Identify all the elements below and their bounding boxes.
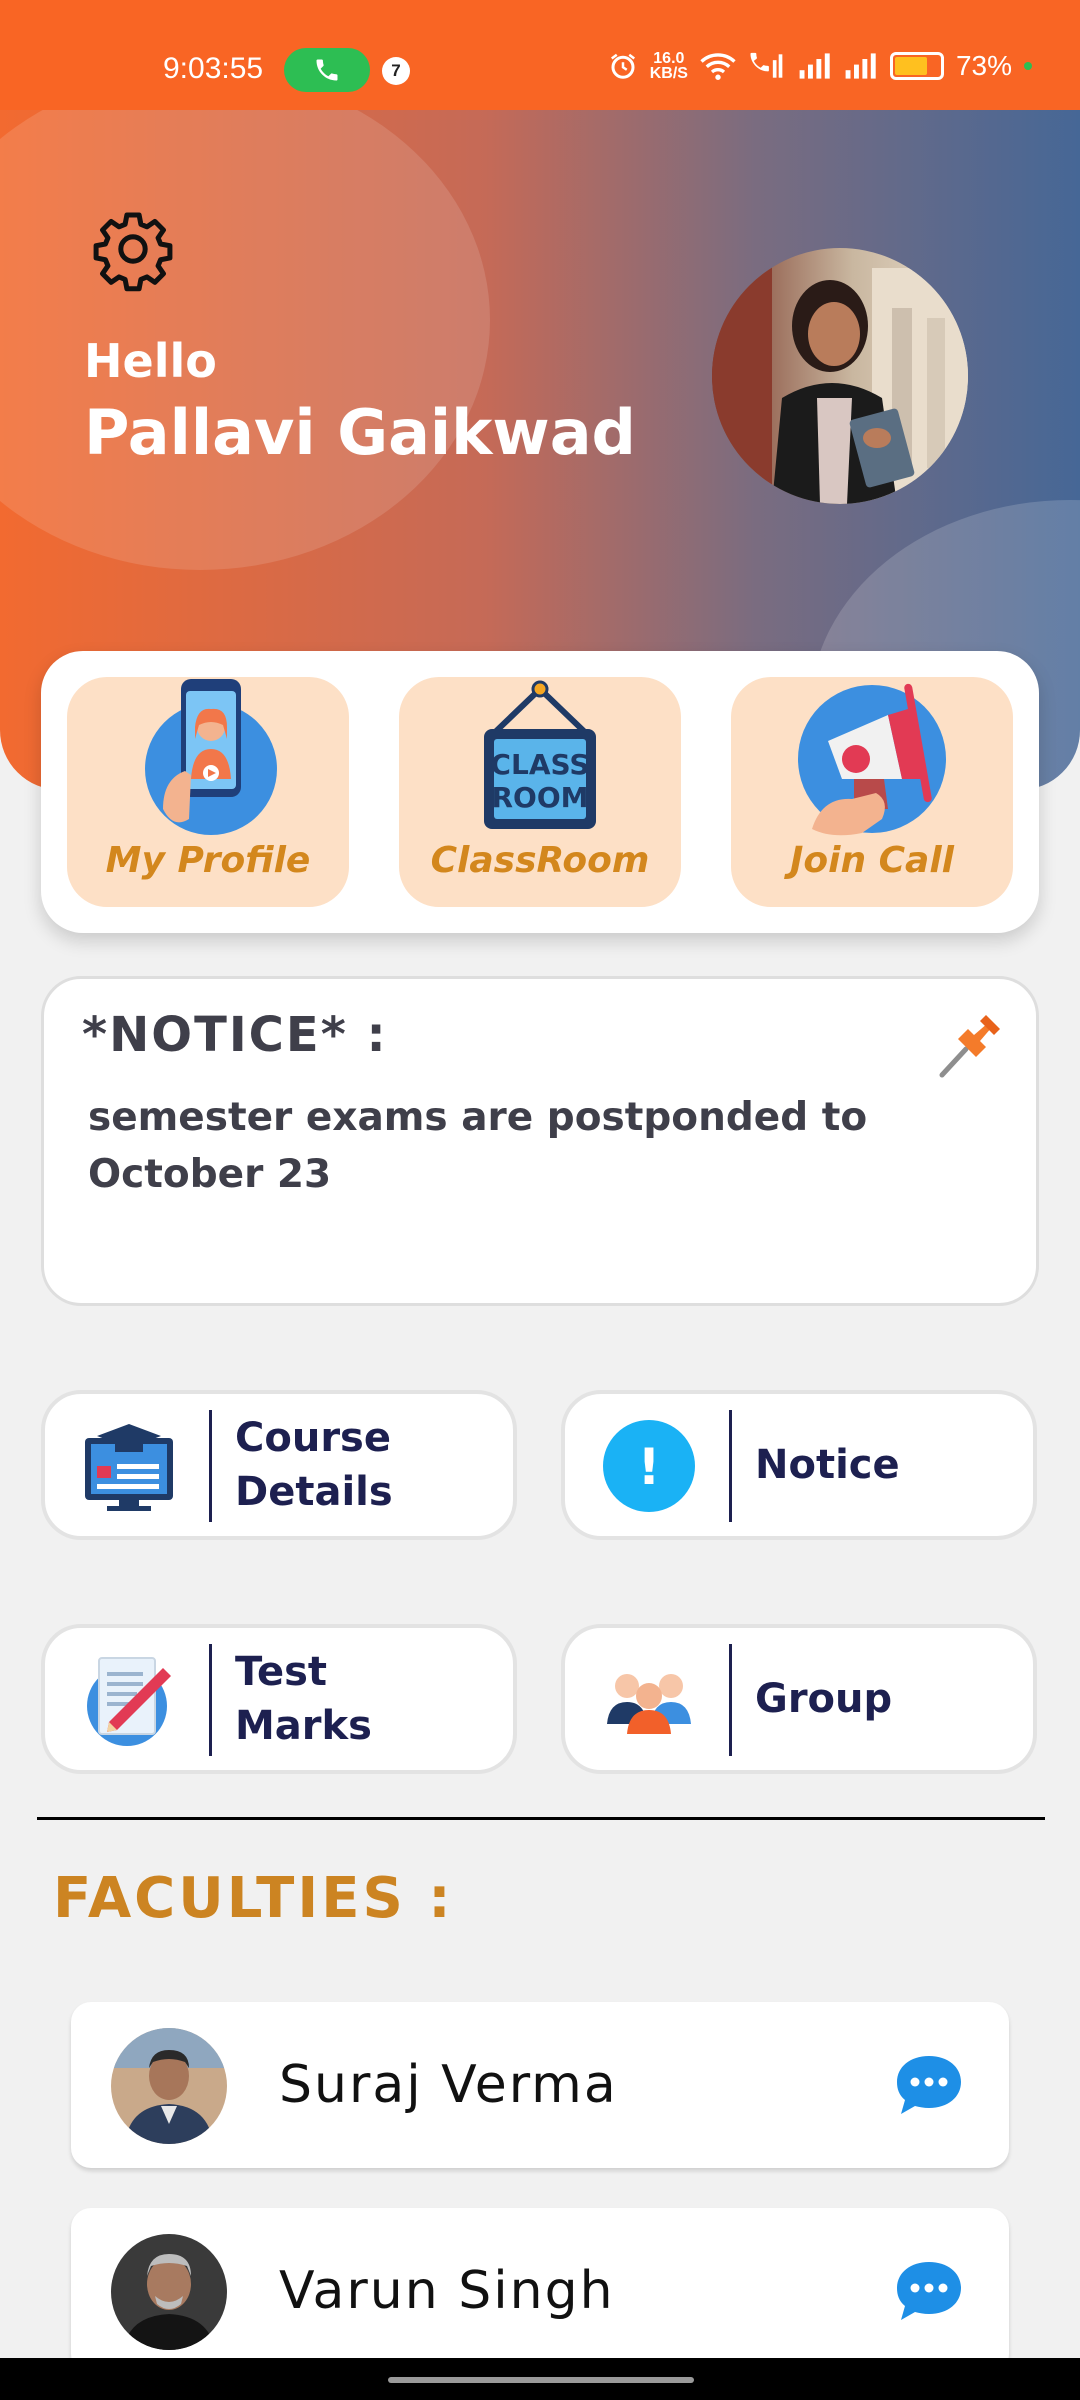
alarm-icon bbox=[610, 53, 635, 79]
course-details-button[interactable]: Course Details bbox=[41, 1390, 517, 1540]
network-speed-unit: KB/S bbox=[649, 65, 688, 82]
notice-card[interactable]: *NOTICE* : semester exams are postponded… bbox=[41, 976, 1039, 1306]
faculty-photo bbox=[111, 2028, 227, 2144]
notice-title: *NOTICE* : bbox=[82, 1007, 388, 1063]
my-profile-button[interactable]: My Profile bbox=[67, 677, 349, 907]
battery-percent: 73% bbox=[955, 50, 1012, 81]
battery-fill bbox=[894, 57, 928, 75]
status-time: 9:03:55 bbox=[163, 52, 264, 85]
faculties-heading: FACULTIES : bbox=[53, 1866, 454, 1931]
ongoing-call-chip[interactable] bbox=[284, 48, 370, 92]
home-gesture-handle[interactable] bbox=[388, 2377, 694, 2383]
classroom-sign-line1: CLASS bbox=[490, 748, 589, 781]
faculty-card[interactable]: Suraj Verma bbox=[71, 2002, 1009, 2168]
faculty-card[interactable]: Varun Singh bbox=[71, 2208, 1009, 2374]
privacy-indicator-dot bbox=[1024, 62, 1032, 70]
join-call-button[interactable]: Join Call bbox=[731, 677, 1013, 907]
classroom-sign-line2: ROOM bbox=[491, 781, 588, 814]
network-speed-value: 16.0 bbox=[653, 50, 685, 67]
test-marks-text: Test Marks bbox=[235, 1649, 372, 1749]
notification-count-badge: 7 bbox=[382, 57, 410, 85]
faculty-photo bbox=[111, 2234, 227, 2350]
section-divider bbox=[37, 1817, 1045, 1820]
group-button[interactable]: Group bbox=[561, 1624, 1037, 1774]
megaphone-icon bbox=[798, 683, 946, 836]
notice-button[interactable]: ! Notice bbox=[561, 1390, 1037, 1540]
signal-sim2-icon bbox=[845, 53, 876, 79]
notice-body: semester exams are postponded to October… bbox=[88, 1095, 868, 1197]
test-marks-icon bbox=[87, 1657, 171, 1746]
user-photo bbox=[712, 248, 968, 504]
faculty-name: Suraj Verma bbox=[279, 2055, 618, 2115]
chat-bubble-icon[interactable] bbox=[895, 2260, 963, 2322]
group-icon bbox=[607, 1674, 691, 1734]
wifi-icon bbox=[700, 53, 736, 80]
volte-call-icon bbox=[750, 52, 783, 78]
classroom-sign-icon: CLASS ROOM bbox=[484, 680, 596, 829]
divider bbox=[209, 1410, 212, 1522]
status-icons: 16.0 KB/S 73% bbox=[608, 50, 1032, 82]
phone-icon bbox=[316, 59, 338, 81]
divider bbox=[209, 1644, 212, 1756]
notice-alert-icon: ! bbox=[603, 1420, 695, 1512]
join-call-label: Join Call bbox=[789, 840, 955, 881]
course-details-text: Course Details bbox=[235, 1415, 393, 1515]
battery-icon bbox=[889, 52, 944, 80]
chat-bubble-icon[interactable] bbox=[895, 2054, 963, 2116]
test-marks-button[interactable]: Test Marks bbox=[41, 1624, 517, 1774]
classroom-button[interactable]: CLASS ROOM ClassRoom bbox=[399, 677, 681, 907]
course-details-icon bbox=[85, 1424, 173, 1511]
status-bar: 9:03:55 7 16.0 KB/S 73% bbox=[0, 0, 1080, 110]
faculty-avatar bbox=[111, 2028, 227, 2144]
group-text: Group bbox=[755, 1676, 893, 1722]
user-name: Pallavi Gaikwad bbox=[84, 396, 636, 469]
divider bbox=[729, 1410, 732, 1522]
faculty-name: Varun Singh bbox=[279, 2261, 615, 2321]
network-speed: 16.0 KB/S bbox=[649, 50, 688, 82]
signal-sim1-icon bbox=[799, 53, 830, 79]
notice-text: Notice bbox=[755, 1442, 900, 1488]
user-avatar[interactable] bbox=[712, 248, 968, 504]
my-profile-label: My Profile bbox=[105, 840, 311, 881]
profile-phone-icon bbox=[145, 679, 277, 835]
greeting-text: Hello bbox=[84, 334, 217, 388]
course-details-label: Course Details bbox=[235, 1394, 505, 1536]
test-marks-label: Test Marks bbox=[235, 1628, 505, 1770]
header-decor-circle bbox=[0, 110, 490, 570]
classroom-label: ClassRoom bbox=[430, 840, 650, 881]
gear-icon[interactable] bbox=[90, 206, 176, 292]
group-label: Group bbox=[755, 1628, 1025, 1770]
divider bbox=[729, 1644, 732, 1756]
notice-label: Notice bbox=[755, 1394, 1025, 1536]
pushpin-icon bbox=[939, 1015, 1000, 1078]
quick-actions-card: My Profile CLASS ROOM ClassRoom Join Cal… bbox=[41, 651, 1039, 933]
faculty-avatar bbox=[111, 2234, 227, 2350]
notice-alert-glyph: ! bbox=[638, 1438, 661, 1496]
